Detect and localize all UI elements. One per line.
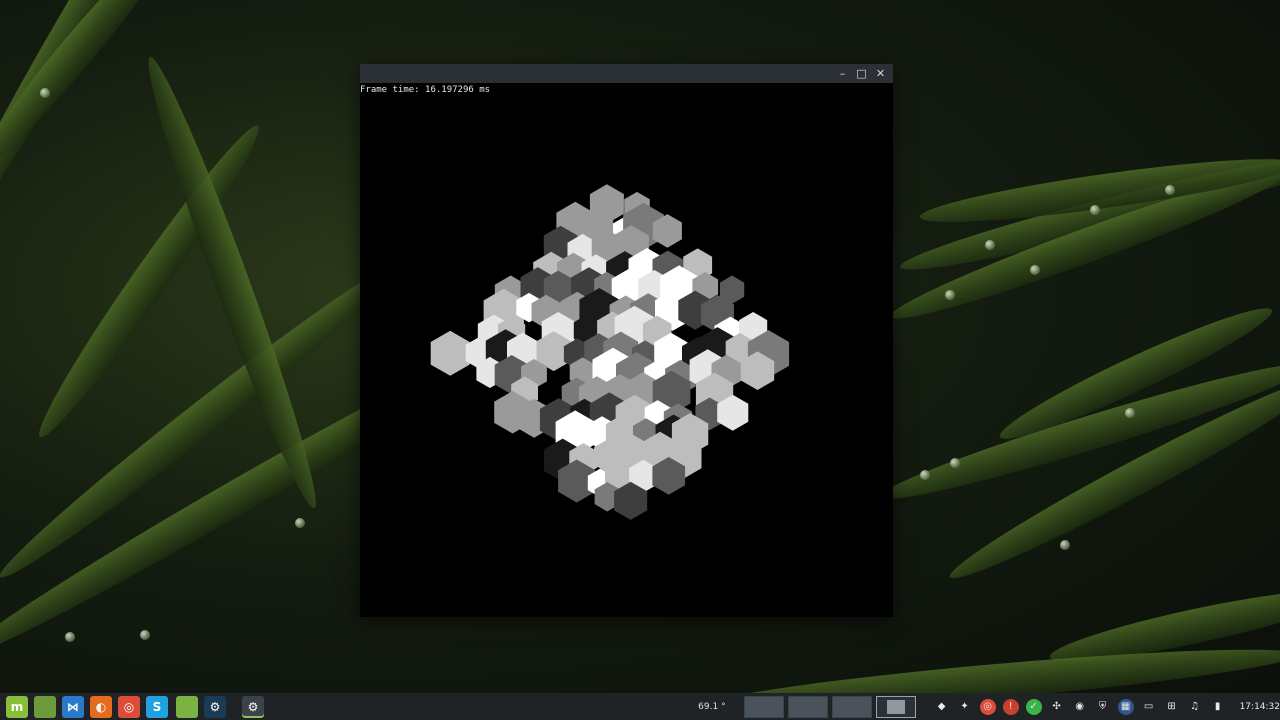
- workspace-2[interactable]: [787, 695, 828, 718]
- water-drop: [140, 630, 150, 640]
- water-drop: [1060, 540, 1070, 550]
- close-icon[interactable]: ✕: [872, 66, 889, 81]
- vscode-icon[interactable]: ⋈: [62, 695, 84, 718]
- water-drop: [920, 470, 930, 480]
- cpu-temperature: 69.1 °: [698, 701, 726, 712]
- water-drop: [945, 290, 955, 300]
- water-drop: [1030, 265, 1040, 275]
- cinnamon-icon[interactable]: ✦: [956, 698, 973, 715]
- files-icon[interactable]: [34, 695, 56, 718]
- dropbox-icon[interactable]: ◆: [933, 698, 950, 715]
- display-icon[interactable]: ▭: [1140, 698, 1157, 715]
- steam-icon[interactable]: ⚙: [204, 695, 226, 718]
- taskbar: m ⋈ ◐ ◎ S ⚙ ⚙ 69.1 ° ◆ ✦ ◎! ✓ ✣ ◉ ⛨ ▦ ▭ ⊞ ♫ ▮ 17:14:32: [0, 693, 1280, 720]
- folder-icon[interactable]: [176, 695, 198, 718]
- chrome-icon[interactable]: ◎: [118, 695, 140, 718]
- wallpaper-leaf: [698, 637, 1280, 693]
- water-drop: [1090, 205, 1100, 215]
- steam-tray-icon[interactable]: ◉: [1071, 698, 1088, 715]
- sound-icon[interactable]: ♫: [1186, 698, 1203, 715]
- chrome-tray-icon[interactable]: ◎: [979, 698, 996, 715]
- alert-icon[interactable]: !: [1002, 698, 1019, 715]
- render-window: – □ ✕ Frame time: 16.197296 ms: [360, 64, 893, 617]
- frame-time-label: Frame time: 16.197296 ms: [360, 85, 491, 95]
- water-drop: [950, 458, 960, 468]
- maximize-icon[interactable]: □: [853, 66, 870, 81]
- water-drop: [1125, 408, 1135, 418]
- shield-icon[interactable]: ⛨: [1094, 698, 1111, 715]
- water-drop: [65, 632, 75, 642]
- launcher-group: m ⋈ ◐ ◎ S ⚙ ⚙: [0, 695, 264, 718]
- minimize-icon[interactable]: –: [834, 66, 851, 81]
- water-drop: [1165, 185, 1175, 195]
- window-titlebar[interactable]: – □ ✕: [360, 64, 893, 83]
- system-tray: ◆ ✦ ◎! ✓ ✣ ◉ ⛨ ▦ ▭ ⊞ ♫ ▮: [933, 698, 1232, 715]
- workspace-4[interactable]: [875, 695, 916, 718]
- water-drop: [40, 88, 50, 98]
- network-icon[interactable]: ⊞: [1163, 698, 1180, 715]
- scene-hexagon: [430, 330, 470, 376]
- firefox-icon[interactable]: ◐: [90, 695, 112, 718]
- water-drop: [295, 518, 305, 528]
- taskbar-right-group: 69.1 ° ◆ ✦ ◎! ✓ ✣ ◉ ⛨ ▦ ▭ ⊞ ♫ ▮ 17:14:32: [698, 695, 1280, 718]
- workspace-3[interactable]: [831, 695, 872, 718]
- clock[interactable]: 17:14:32: [1240, 702, 1280, 712]
- mint-menu-icon[interactable]: m: [6, 695, 28, 718]
- workspace-window-thumbnail: [886, 699, 905, 714]
- render-viewport: [430, 184, 790, 520]
- keyboard-layout-flag-icon[interactable]: ▦: [1117, 698, 1134, 715]
- water-drop: [985, 240, 995, 250]
- slack-icon[interactable]: ✣: [1048, 698, 1065, 715]
- running-app-icon[interactable]: ⚙: [242, 695, 264, 718]
- update-check-icon[interactable]: ✓: [1025, 698, 1042, 715]
- workspace-1[interactable]: [743, 695, 784, 718]
- skype-icon[interactable]: S: [146, 695, 168, 718]
- trash-icon[interactable]: ▮: [1209, 698, 1226, 715]
